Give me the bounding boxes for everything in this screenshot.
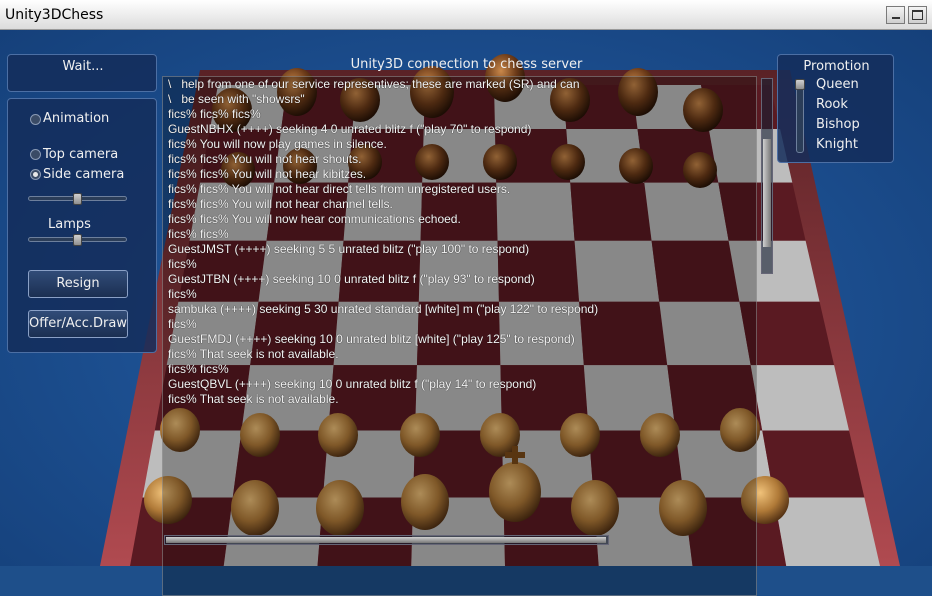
- promotion-option-bishop[interactable]: Bishop: [816, 117, 860, 132]
- maximize-button[interactable]: [908, 6, 927, 24]
- console-line: fics% fics% You will now hear communicat…: [168, 212, 461, 226]
- console-line: fics% You will now play games in silence…: [168, 137, 387, 151]
- top-camera-radio[interactable]: [30, 149, 41, 160]
- console-line: \ help from one of our service represent…: [168, 77, 580, 91]
- console-line: fics% fics% You will not hear direct tel…: [168, 182, 511, 196]
- console-line: fics%: [168, 257, 197, 271]
- minimize-icon: [892, 17, 900, 19]
- title-bar: Unity3DChess: [0, 0, 932, 30]
- promotion-option-knight[interactable]: Knight: [816, 137, 858, 152]
- animation-checkbox[interactable]: [30, 114, 41, 125]
- camera-slider-handle[interactable]: [73, 193, 82, 205]
- promotion-option-queen[interactable]: Queen: [816, 77, 859, 92]
- server-console: Unity3D connection to chess server \ hel…: [158, 54, 775, 596]
- console-title: Unity3D connection to chess server: [350, 57, 583, 72]
- console-line: GuestFMDJ (++++) seeking 10 0 unrated bl…: [168, 332, 575, 346]
- console-line: fics% fics%: [168, 362, 229, 376]
- console-line: GuestJMST (++++) seeking 5 5 unrated bli…: [168, 242, 530, 256]
- console-line: fics%: [168, 287, 197, 301]
- promotion-slider-track[interactable]: [796, 79, 804, 153]
- console-line: fics% fics% You will not hear channel te…: [168, 197, 393, 211]
- lamps-label: Lamps: [48, 217, 91, 232]
- console-output[interactable]: \ help from one of our service represent…: [162, 76, 757, 596]
- console-vertical-scroll-thumb[interactable]: [763, 139, 771, 247]
- board-square: [774, 497, 880, 566]
- status-panel: Wait...: [7, 54, 157, 92]
- console-line: fics% That seek is not available.: [168, 347, 339, 361]
- minimize-button[interactable]: [886, 6, 905, 24]
- promotion-option-rook[interactable]: Rook: [816, 97, 848, 112]
- console-horizontal-scrollbar[interactable]: [164, 535, 609, 545]
- console-line: GuestQBVL (++++) seeking 10 0 unrated bl…: [168, 377, 537, 391]
- console-line: GuestNBHX (++++) seeking 4 0 unrated bli…: [168, 122, 532, 136]
- promotion-panel: Promotion Queen Rook Bishop Knight: [777, 54, 894, 163]
- console-line: fics% fics% You will not hear shouts.: [168, 152, 362, 166]
- console-line: \ be seen with "showsrs": [168, 92, 305, 106]
- promotion-title: Promotion: [803, 59, 870, 74]
- lamps-slider-handle[interactable]: [73, 234, 82, 246]
- side-camera-radio[interactable]: [30, 169, 41, 180]
- offer-draw-button[interactable]: Offer/Acc.Draw: [28, 310, 128, 338]
- console-line: fics%: [168, 317, 197, 331]
- status-label: Wait...: [62, 59, 104, 74]
- controls-panel: Animation Top camera Side camera Lamps R…: [7, 98, 157, 353]
- console-vertical-scrollbar[interactable]: [761, 78, 773, 274]
- console-line: fics% That seek is not available.: [168, 392, 339, 406]
- side-camera-label: Side camera: [43, 167, 125, 182]
- animation-label: Animation: [43, 111, 110, 126]
- maximize-icon: [912, 10, 923, 20]
- promotion-slider-handle[interactable]: [795, 79, 805, 90]
- console-horizontal-scroll-thumb[interactable]: [166, 537, 606, 543]
- console-line: fics% fics%: [168, 227, 229, 241]
- window-title: Unity3DChess: [5, 7, 104, 23]
- console-line: GuestJTBN (++++) seeking 10 0 unrated bl…: [168, 272, 535, 286]
- top-camera-label: Top camera: [43, 147, 119, 162]
- console-line: sambuka (++++) seeking 5 30 unrated stan…: [168, 302, 599, 316]
- resign-button[interactable]: Resign: [28, 270, 128, 298]
- console-line: fics% fics% fics%: [168, 107, 261, 121]
- console-line: fics% fics% You will not hear kibitzes.: [168, 167, 367, 181]
